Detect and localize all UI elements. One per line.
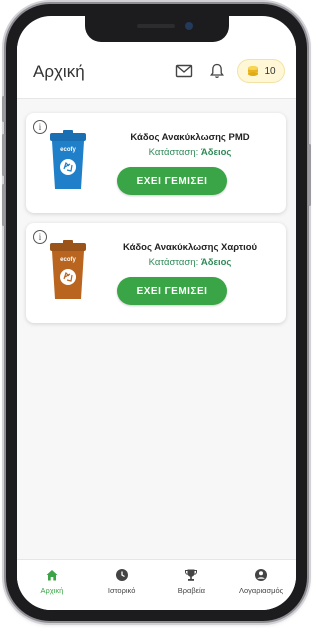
bin-title: Κάδος Ανακύκλωσης Χαρτιού (122, 242, 258, 253)
coin-balance[interactable]: 10 (237, 59, 285, 83)
phone-notch (85, 16, 229, 42)
coin-count: 10 (264, 65, 276, 77)
account-icon (255, 569, 268, 581)
app-header: Αρχική 10 (17, 46, 296, 99)
nav-label: Λογαριασμός (238, 586, 284, 595)
phone-power-button (308, 144, 311, 206)
phone-side-button (2, 96, 5, 122)
page-title: Αρχική (33, 62, 85, 81)
bin-logo-text: ecofy (60, 147, 76, 153)
status-value: Άδειος (200, 257, 232, 268)
status-label: Κατάσταση: (148, 147, 199, 158)
phone-volume-up-button (2, 134, 5, 176)
front-camera (185, 22, 193, 30)
info-icon[interactable]: i (33, 120, 47, 134)
mark-full-button[interactable]: ΕΧΕΙ ΓΕΜΙΣΕΙ (117, 167, 227, 195)
mail-icon[interactable] (174, 61, 194, 81)
nav-label: Ιστορικό (107, 586, 136, 595)
bin-list: i ecofy Κάδος Ανακύκλωσης PMD Κατάσταση:… (17, 99, 296, 559)
info-icon[interactable]: i (33, 230, 47, 244)
mark-full-button[interactable]: ΕΧΕΙ ΓΕΜΙΣΕΙ (117, 277, 227, 305)
bell-icon[interactable] (207, 61, 227, 81)
home-icon (46, 570, 58, 581)
status-label: Κατάσταση: (148, 257, 199, 268)
bin-logo-text: ecofy (60, 257, 76, 263)
bin-card-pmd: i ecofy Κάδος Ανακύκλωσης PMD Κατάσταση:… (26, 113, 286, 213)
nav-label: Βραβεία (177, 586, 205, 595)
recycling-bin-brown-icon: ecofy (50, 240, 86, 299)
recycling-bin-blue-icon: ecofy (50, 130, 86, 189)
bin-title: Κάδος Ανακύκλωσης PMD (130, 132, 250, 143)
bottom-navigation: Αρχική Ιστορικό Βραβεία Λογαριασμός (17, 559, 296, 610)
notch-speaker (137, 24, 175, 28)
status-value: Άδειος (200, 147, 232, 158)
nav-label: Αρχική (40, 586, 64, 595)
nav-item-rewards[interactable]: Βραβεία (157, 560, 227, 610)
bin-card-paper: i ecofy Κάδος Ανακύκλωσης Χαρτιού Κατάστ… (26, 223, 286, 323)
nav-item-home[interactable]: Αρχική (17, 560, 87, 610)
trophy-icon (185, 569, 198, 581)
app-screen: Αρχική 10 i ecofy Κάδος Ανακύκλωσης PMD … (17, 16, 296, 610)
phone-volume-down-button (2, 184, 5, 226)
clock-icon (115, 569, 128, 581)
coin-stack-icon (248, 66, 259, 76)
bin-status: Κατάσταση: Άδειος (94, 147, 286, 158)
bin-status: Κατάσταση: Άδειος (94, 257, 286, 268)
nav-item-history[interactable]: Ιστορικό (87, 560, 157, 610)
nav-item-account[interactable]: Λογαριασμός (226, 560, 296, 610)
